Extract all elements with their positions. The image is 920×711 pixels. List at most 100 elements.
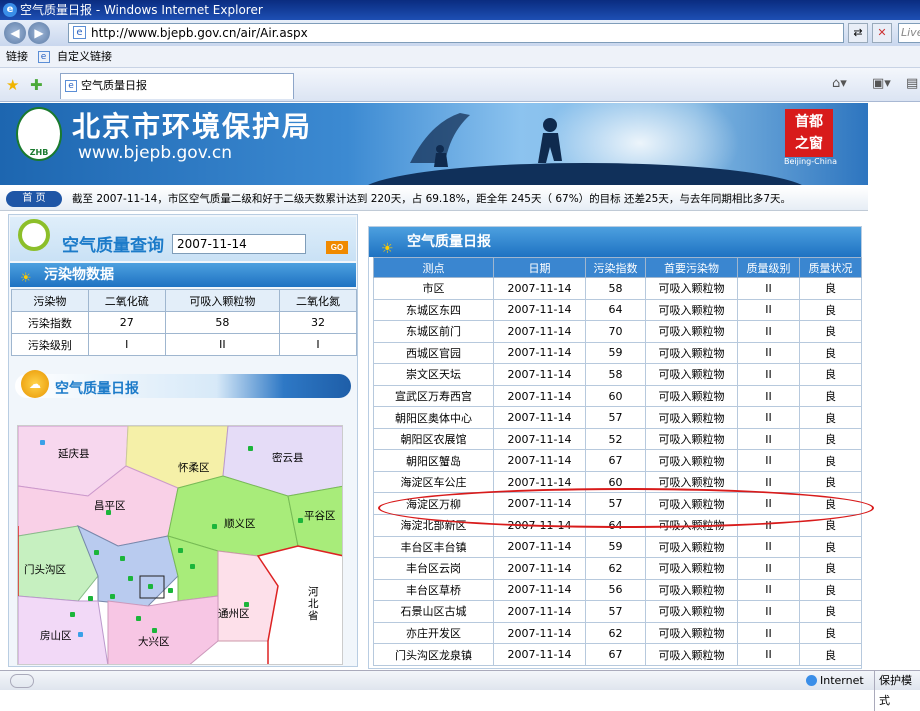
map-label: 顺义区 — [224, 518, 256, 530]
custom-links-link[interactable]: 自定义链接 — [57, 50, 112, 63]
home-button[interactable]: 首 页 — [6, 191, 62, 207]
monitor-dot[interactable] — [94, 550, 99, 555]
monitor-dot[interactable] — [152, 628, 157, 633]
table-header: 测点 — [373, 257, 494, 278]
table-row: 亦庄开发区 2007-11-14 62 可吸入颗粒物 II 良 — [373, 621, 862, 645]
table-cell: 良 — [799, 406, 862, 429]
page-icon: e — [73, 26, 86, 39]
monitor-dot[interactable] — [70, 612, 75, 617]
monitor-dot[interactable] — [136, 616, 141, 621]
epb-logo: ZHB — [16, 107, 62, 161]
tab-air-quality[interactable]: e 空气质量日报 — [60, 73, 294, 99]
table-cell: 可吸入颗粒物 — [645, 298, 738, 322]
monitor-dot[interactable] — [78, 632, 83, 637]
table-cell: 2007-11-14 — [493, 535, 586, 559]
monitor-dot[interactable] — [168, 588, 173, 593]
table-cell: 60 — [585, 470, 646, 494]
stop-icon[interactable]: ✕ — [872, 23, 892, 43]
table-cell: 2007-11-14 — [493, 406, 586, 429]
monitor-dot[interactable] — [128, 576, 133, 581]
favorites-star-icon[interactable]: ★ — [6, 76, 19, 94]
monitor-dot[interactable] — [148, 584, 153, 589]
monitor-dot[interactable] — [88, 596, 93, 601]
site-name-cell: 崇文区天坛 — [373, 363, 494, 386]
table-cell: 59 — [585, 341, 646, 365]
table-cell: 52 — [585, 427, 646, 451]
site-url: www.bjepb.gov.cn — [78, 143, 232, 163]
table-cell: 2007-11-14 — [493, 320, 586, 343]
table-cell: 59 — [585, 535, 646, 559]
print-icon[interactable]: ▤ — [906, 76, 918, 91]
forward-icon[interactable]: ▶ — [28, 22, 50, 44]
table-cell: 污染级别 — [11, 333, 89, 356]
monitor-dot[interactable] — [298, 518, 303, 523]
home-icon[interactable]: ⌂▾ — [832, 76, 847, 91]
site-name-cell: 朝阳区奥体中心 — [373, 406, 494, 429]
add-favorites-icon[interactable]: ✚ — [30, 76, 43, 94]
monitor-dot[interactable] — [110, 594, 115, 599]
table-cell: 良 — [799, 578, 862, 602]
table-row: 海淀北部新区 2007-11-14 64 可吸入颗粒物 II 良 — [373, 514, 862, 537]
table-cell: 32 — [279, 311, 357, 334]
monitor-dot[interactable] — [178, 548, 183, 553]
logo-text: ZHB — [29, 148, 49, 157]
table-cell: II — [737, 535, 800, 559]
monitor-dot[interactable] — [120, 556, 125, 561]
table-cell: 良 — [799, 557, 862, 580]
refresh-icon[interactable]: ⇄ — [848, 23, 868, 43]
table-cell: 良 — [799, 470, 862, 494]
table-cell: 可吸入颗粒物 — [645, 363, 738, 386]
search-input[interactable]: Live — [898, 23, 920, 43]
navigation-bar: ◀ ▶ e http://www.bjepb.gov.cn/air/Air.as… — [0, 20, 920, 46]
air-quality-table: 测点 日期 污染指数 首要污染物 质量级别 质量状况 市区 2007-11-14 5… — [373, 257, 862, 666]
monitor-dot[interactable] — [106, 510, 111, 515]
table-header: 二氧化硫 — [87, 289, 166, 312]
table-cell: 70 — [585, 320, 646, 343]
monitor-dot[interactable] — [212, 524, 217, 529]
feeds-icon[interactable]: ▣▾ — [872, 76, 891, 91]
go-button[interactable]: GO — [326, 241, 348, 254]
ticker-text: 截至 2007-11-14，市区空气质量二级和好于二级天数累计达到 220天，占… — [72, 193, 792, 205]
monitor-dot[interactable] — [248, 446, 253, 451]
left-panel: 空气质量查询 GO ☀ 污染物数据 污染物 二氧化硫 可吸入颗粒物 二氧化氮 污… — [8, 214, 358, 667]
table-cell: II — [737, 621, 800, 645]
table-cell: 2007-11-14 — [493, 643, 586, 666]
table-cell: II — [737, 277, 800, 300]
table-cell: 2007-11-14 — [493, 600, 586, 623]
zone-indicator[interactable]: Internet — [804, 671, 864, 691]
monitor-dot[interactable] — [190, 564, 195, 569]
table-cell: 可吸入颗粒物 — [645, 535, 738, 559]
table-cell: 56 — [585, 578, 646, 602]
monitor-dot[interactable] — [40, 440, 45, 445]
site-name-cell: 丰台区丰台镇 — [373, 535, 494, 559]
beijing-district-map[interactable]: 延庆县 怀柔区 密云县 昌平区 顺义区 平谷区 门头沟区 通州区 房山区 大兴区… — [17, 425, 343, 665]
address-bar[interactable]: e http://www.bjepb.gov.cn/air/Air.aspx — [68, 23, 844, 43]
table-row: 污染指数 27 58 32 — [11, 311, 357, 334]
table-row: 丰台区丰台镇 2007-11-14 59 可吸入颗粒物 II 良 — [373, 535, 862, 559]
table-row: 西城区官园 2007-11-14 59 可吸入颗粒物 II 良 — [373, 341, 862, 365]
table-cell: 57 — [585, 600, 646, 623]
ie-logo-icon: e — [3, 3, 17, 17]
window-title: 空气质量日报 - Windows Internet Explorer — [20, 3, 263, 17]
table-cell: II — [737, 363, 800, 386]
table-row: 东城区前门 2007-11-14 70 可吸入颗粒物 II 良 — [373, 320, 862, 343]
table-cell: II — [737, 514, 800, 537]
table-cell: 良 — [799, 514, 862, 537]
site-name-cell: 门头沟区龙泉镇 — [373, 643, 494, 666]
table-cell: 58 — [164, 311, 281, 334]
map-label: 大兴区 — [138, 636, 170, 648]
magnifier-icon — [18, 219, 50, 251]
table-cell: 良 — [799, 449, 862, 472]
protected-mode[interactable]: 保护模式 — [874, 671, 920, 711]
date-input[interactable] — [172, 234, 306, 254]
site-name-cell: 石景山区古城 — [373, 600, 494, 623]
table-cell: 2007-11-14 — [493, 492, 586, 516]
capital-window-seal[interactable]: 首都 之窗 — [785, 109, 833, 157]
table-cell: 良 — [799, 384, 862, 408]
table-header: 可吸入颗粒物 — [164, 289, 281, 312]
monitor-dot[interactable] — [244, 602, 249, 607]
back-icon[interactable]: ◀ — [4, 22, 26, 44]
weather-icon: ☁ — [21, 370, 49, 398]
table-cell: II — [737, 557, 800, 580]
tab-title: 空气质量日报 — [81, 79, 147, 92]
